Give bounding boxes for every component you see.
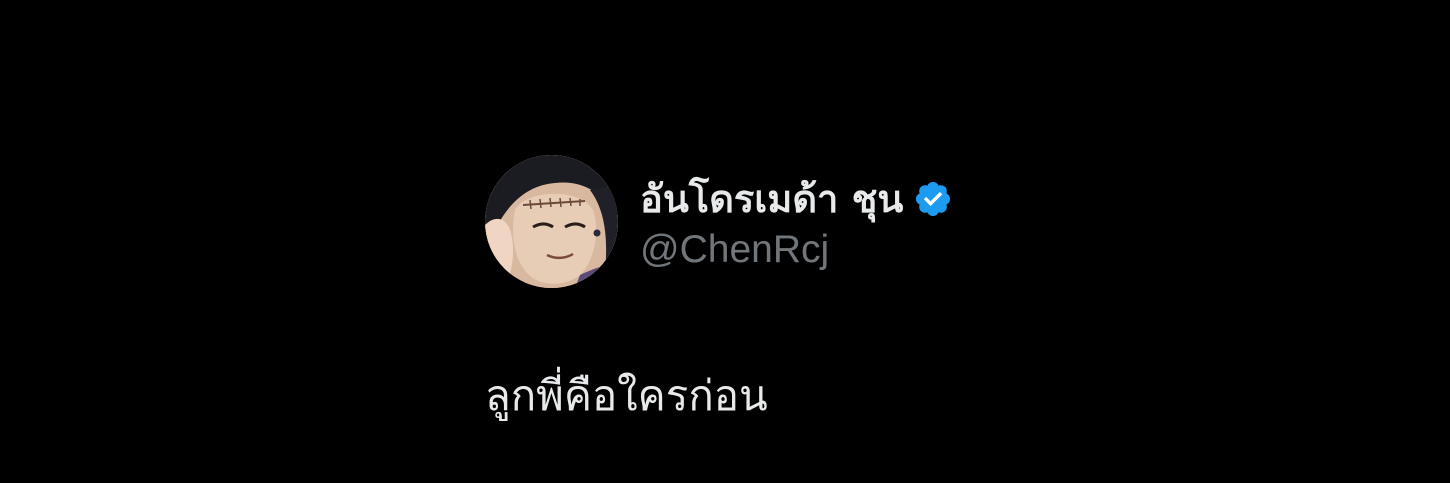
- display-name[interactable]: อันโดรเมด้า ชุน: [640, 180, 903, 218]
- tweet-text: ลูกพี่คือใครก่อน: [485, 371, 768, 420]
- author-info: อันโดรเมด้า ชุน @ChenRcj: [640, 174, 953, 269]
- name-row: อันโดรเมด้า ชุน: [640, 174, 953, 224]
- verified-badge-icon: [913, 179, 953, 219]
- tweet-card: อันโดรเมด้า ชุน @ChenRcj ลูกพี่คือใครก่อ…: [485, 155, 1245, 417]
- avatar[interactable]: [485, 155, 618, 288]
- avatar-image: [485, 155, 618, 288]
- author-handle[interactable]: @ChenRcj: [640, 230, 953, 269]
- tweet-header: อันโดรเมด้า ชุน @ChenRcj: [485, 155, 1245, 288]
